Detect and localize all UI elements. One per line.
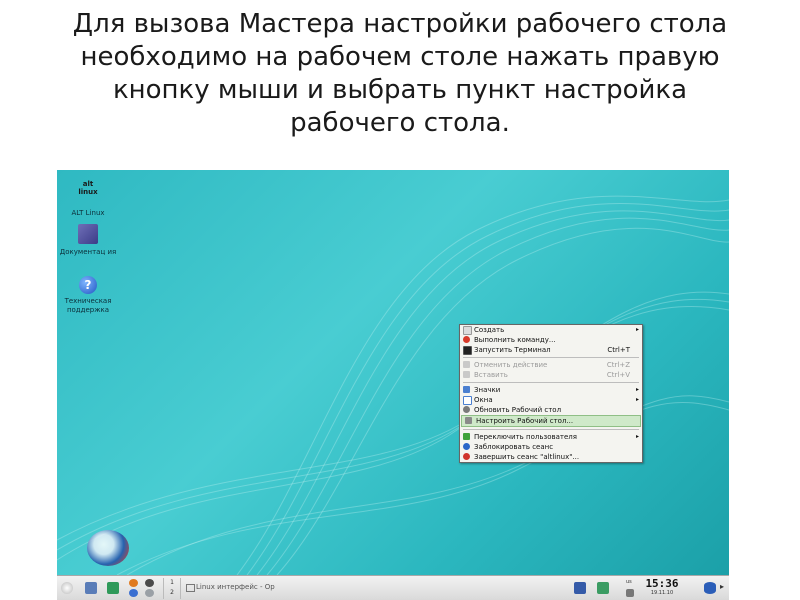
submenu-arrow-icon: ▸ [635, 326, 639, 333]
book-icon [78, 224, 98, 244]
menu-separator [463, 429, 639, 430]
browser-icon[interactable] [129, 579, 138, 587]
desktop-screenshot: alt linux ALT Linux Документац ия ? Техн… [57, 170, 729, 600]
save-icon[interactable] [574, 582, 586, 594]
menu-item-label: Отменить действие [474, 361, 548, 369]
desktop-icon-documentation[interactable]: Документац ия [57, 222, 123, 257]
undo-icon [463, 361, 470, 368]
menu-item-label: Создать [474, 326, 505, 334]
menu-item-undo[interactable]: Отменить действие Ctrl+Z [460, 360, 642, 370]
window-icon [186, 584, 195, 592]
menu-item-icons[interactable]: Значки ▸ [460, 385, 642, 395]
lock-icon [463, 443, 470, 450]
show-desktop-icon[interactable] [85, 582, 97, 594]
volume-icon[interactable] [626, 589, 634, 597]
kmenu-icon[interactable] [61, 582, 73, 594]
new-icon [463, 326, 472, 335]
office-icon[interactable] [145, 589, 154, 597]
desktop-icon-support[interactable]: ? Техническая поддержка [57, 276, 123, 315]
taskbar-window-title: Linux интерфейс - Ор [196, 583, 275, 591]
disk-icon[interactable] [704, 582, 716, 594]
menu-item-label: Заблокировать сеанс [474, 443, 554, 451]
taskbar: 1 2 Linux интерфейс - Ор us 15:36 19.11.… [57, 575, 729, 600]
menu-item-windows[interactable]: Окна ▸ [460, 395, 642, 405]
menu-item-lock-session[interactable]: Заблокировать сеанс [460, 442, 642, 452]
menu-item-label: Вставить [474, 371, 508, 379]
menu-item-label: Настроить Рабочий стол... [476, 417, 574, 425]
mail-icon[interactable] [145, 579, 154, 587]
menu-item-refresh-desktop[interactable]: Обновить Рабочий стол [460, 405, 642, 415]
taskbar-expand-arrow-icon[interactable]: ▸ [720, 582, 724, 591]
desktop-icon-label: Документац ия [59, 248, 117, 256]
desktop-context-menu: Создать ▸ Выполнить команду... Запустить… [459, 324, 643, 463]
switch-user-icon [463, 433, 470, 440]
menu-separator [463, 382, 639, 383]
desktop-icon-altlinux[interactable]: alt linux ALT Linux [57, 176, 123, 218]
school-logo [87, 530, 129, 566]
desktop-icon-label: Техническая поддержка [64, 297, 112, 314]
menu-item-label: Запустить Терминал [474, 346, 551, 354]
altlinux-logo-icon: alt linux [78, 180, 98, 196]
submenu-arrow-icon: ▸ [635, 433, 639, 440]
menu-item-configure-desktop[interactable]: Настроить Рабочий стол... [461, 415, 641, 427]
pager-desktop-1[interactable]: 1 [164, 578, 180, 588]
submenu-arrow-icon: ▸ [635, 396, 639, 403]
menu-shortcut: Ctrl+V [606, 371, 630, 379]
menu-item-label: Завершить сеанс "altlinux"... [474, 453, 580, 461]
clock[interactable]: 15:36 19.11.10 [642, 578, 682, 597]
menu-item-run-command[interactable]: Выполнить команду... [460, 335, 642, 345]
menu-item-label: Обновить Рабочий стол [474, 406, 562, 414]
menu-item-label: Окна [474, 396, 493, 404]
configure-icon [465, 417, 472, 424]
clock-date: 19.11.10 [650, 590, 674, 596]
menu-item-label: Выполнить команду... [474, 336, 556, 344]
virtual-desktop-pager: 1 2 [163, 578, 181, 599]
submenu-arrow-icon: ▸ [635, 386, 639, 393]
run-icon [463, 336, 470, 343]
menu-item-label: Значки [474, 386, 501, 394]
help-icon: ? [79, 276, 97, 294]
menu-shortcut: Ctrl+T [607, 346, 630, 354]
clipboard-icon[interactable] [597, 582, 609, 594]
menu-separator [463, 357, 639, 358]
menu-item-create[interactable]: Создать ▸ [460, 325, 642, 335]
menu-item-terminal[interactable]: Запустить Терминал Ctrl+T [460, 345, 642, 355]
menu-item-paste[interactable]: Вставить Ctrl+V [460, 370, 642, 380]
menu-item-switch-user[interactable]: Переключить пользователя ▸ [460, 432, 642, 442]
terminal-icon [463, 346, 472, 355]
keyboard-layout-indicator[interactable]: us [626, 579, 632, 585]
refresh-icon [463, 406, 470, 413]
pager-desktop-2[interactable]: 2 [164, 588, 180, 598]
menu-item-label: Переключить пользователя [474, 433, 577, 441]
logout-icon [463, 453, 470, 460]
file-manager-icon[interactable] [107, 582, 119, 594]
icons-icon [463, 386, 470, 393]
taskbar-window-button[interactable]: Linux интерфейс - Ор [184, 580, 302, 595]
help-icon[interactable] [129, 589, 138, 597]
clock-time: 15:36 [645, 577, 679, 590]
desktop-icon-label: ALT Linux [71, 209, 105, 217]
windows-icon [463, 396, 472, 405]
slide-title: Для вызова Мастера настройки рабочего ст… [72, 9, 728, 138]
menu-item-logout[interactable]: Завершить сеанс "altlinux"... [460, 452, 642, 462]
menu-shortcut: Ctrl+Z [606, 361, 630, 369]
paste-icon [463, 371, 470, 378]
